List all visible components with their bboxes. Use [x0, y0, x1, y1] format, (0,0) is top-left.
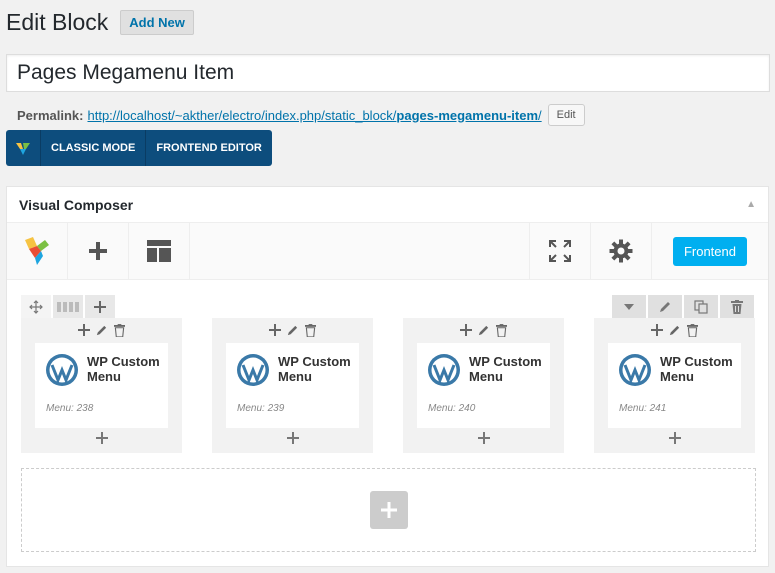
column-controls	[212, 322, 373, 338]
edit-row-icon[interactable]	[648, 295, 682, 319]
wordpress-icon	[46, 354, 78, 386]
delete-row-icon[interactable]	[720, 295, 754, 319]
element-card[interactable]: WP Custom Menu Menu: 239	[226, 343, 359, 428]
editor-mode-bar: CLASSIC MODE FRONTEND EDITOR	[6, 130, 272, 166]
element-name: WP Custom Menu	[87, 354, 160, 384]
add-element-icon[interactable]	[267, 322, 283, 338]
add-column-icon[interactable]	[85, 295, 115, 319]
wordpress-icon	[619, 354, 651, 386]
wordpress-icon	[237, 354, 269, 386]
element-card[interactable]: WP Custom Menu Menu: 240	[417, 343, 550, 428]
edit-column-icon[interactable]	[285, 322, 301, 338]
add-row-dropzone[interactable]	[21, 468, 756, 552]
add-element-bottom-icon[interactable]	[21, 431, 182, 449]
element-card[interactable]: WP Custom Menu Menu: 241	[608, 343, 741, 428]
row-controls-right	[610, 295, 754, 319]
frontend-cell: Frontend	[650, 223, 768, 279]
clone-row-icon[interactable]	[684, 295, 718, 319]
element-name: WP Custom Menu	[469, 354, 542, 384]
post-title-input[interactable]	[6, 54, 770, 92]
fullscreen-icon[interactable]	[528, 223, 590, 279]
move-row-icon[interactable]	[21, 295, 51, 319]
classic-mode-button[interactable]: CLASSIC MODE	[41, 130, 147, 166]
vc-toolbar: Frontend	[7, 223, 768, 280]
templates-icon[interactable]	[129, 223, 190, 279]
element-menu: Menu: 239	[237, 403, 285, 414]
edit-column-icon[interactable]	[667, 322, 683, 338]
page-title: Edit Block	[6, 9, 109, 35]
frontend-button[interactable]: Frontend	[672, 236, 747, 266]
vc-row: WP Custom Menu Menu: 238 WP Custom Menu …	[21, 318, 756, 455]
gear-icon[interactable]	[589, 223, 651, 279]
delete-column-icon[interactable]	[303, 322, 319, 338]
column-3: WP Custom Menu Menu: 240	[403, 318, 564, 453]
element-card[interactable]: WP Custom Menu Menu: 238	[35, 343, 168, 428]
wordpress-icon	[428, 354, 460, 386]
vc-logo-icon[interactable]	[7, 223, 68, 279]
element-menu: Menu: 240	[428, 403, 476, 414]
column-4: WP Custom Menu Menu: 241	[594, 318, 755, 453]
vc-logo-icon[interactable]	[6, 130, 41, 166]
add-element-bottom-icon[interactable]	[594, 431, 755, 449]
element-name: WP Custom Menu	[660, 354, 733, 384]
collapse-arrow-icon[interactable]: ▲	[746, 199, 756, 210]
vc-header: Visual Composer ▲	[7, 187, 768, 223]
permalink-label: Permalink:	[17, 107, 84, 123]
column-2: WP Custom Menu Menu: 239	[212, 318, 373, 453]
add-element-icon[interactable]	[76, 322, 92, 338]
add-element-bottom-icon[interactable]	[403, 431, 564, 449]
row-toggle-icon[interactable]	[612, 295, 646, 319]
permalink-edit-button[interactable]: Edit	[547, 104, 585, 126]
column-controls	[21, 322, 182, 338]
column-layout-icon[interactable]	[53, 295, 83, 319]
column-controls	[403, 322, 564, 338]
delete-column-icon[interactable]	[112, 322, 128, 338]
edit-column-icon[interactable]	[476, 322, 492, 338]
add-new-button[interactable]: Add New	[120, 10, 194, 35]
add-element-icon[interactable]	[458, 322, 474, 338]
visual-composer-box: Visual Composer ▲ Frontend WP Custom Men…	[6, 186, 769, 567]
element-menu: Menu: 241	[619, 403, 667, 414]
column-controls	[594, 322, 755, 338]
element-name: WP Custom Menu	[278, 354, 351, 384]
permalink-url[interactable]: http://localhost/~akther/electro/index.p…	[87, 108, 541, 123]
vc-title: Visual Composer	[19, 196, 134, 213]
row-controls-left	[21, 295, 117, 319]
delete-column-icon[interactable]	[685, 322, 701, 338]
permalink: Permalink: http://localhost/~akther/elec…	[17, 104, 585, 126]
edit-column-icon[interactable]	[94, 322, 110, 338]
element-menu: Menu: 238	[46, 403, 94, 414]
permalink-slug[interactable]: pages-megamenu-item	[396, 108, 538, 123]
frontend-editor-button[interactable]: FRONTEND EDITOR	[146, 130, 272, 166]
column-1: WP Custom Menu Menu: 238	[21, 318, 182, 453]
add-element-icon[interactable]	[68, 223, 129, 279]
delete-column-icon[interactable]	[494, 322, 510, 338]
add-row-plus-icon[interactable]	[369, 491, 408, 529]
title-row: Edit Block Add New	[6, 9, 194, 36]
add-element-icon[interactable]	[649, 322, 665, 338]
add-element-bottom-icon[interactable]	[212, 431, 373, 449]
